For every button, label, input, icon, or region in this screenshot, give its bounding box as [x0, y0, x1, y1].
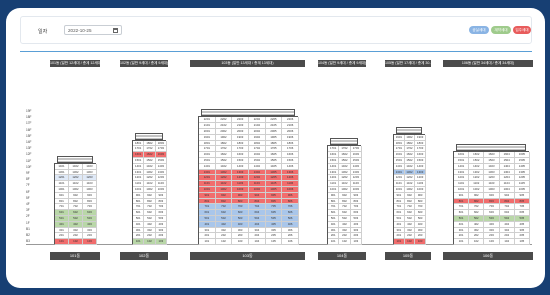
building-name[interactable]: 103동 — [190, 252, 305, 260]
floor-label: B1 — [26, 226, 30, 231]
calendar-icon[interactable] — [113, 28, 118, 33]
legend-contracted: 계약세대 — [491, 26, 511, 34]
building-name[interactable]: 104동 — [318, 252, 366, 260]
legend-occupied: 입주세대 — [513, 26, 531, 34]
floor-label: 5F — [26, 195, 30, 200]
building-block: 1901 1902 1903 1801 1802 1803 1701 1702 1703 1601… — [393, 133, 426, 245]
unit-cell[interactable]: 101 — [454, 239, 470, 245]
building-header[interactable]: 104동 (일반 9세대 / 총계 9세대) — [318, 60, 366, 67]
unit-cell[interactable]: 103 — [484, 239, 500, 245]
floor-label: 18F — [26, 115, 32, 120]
unit-cell[interactable]: 104 — [249, 239, 266, 245]
building-roof — [330, 138, 358, 146]
building-header[interactable]: 106동 (일반 34세대 / 총계 34세대) — [443, 60, 533, 67]
building-header[interactable]: 105동 (일반 17세대 / 총계 30...) — [385, 60, 431, 67]
floor-label: 17F — [26, 121, 32, 126]
floor-label: 15F — [26, 133, 32, 138]
unit-cell[interactable]: 101 — [133, 239, 145, 245]
floor-label: B2 — [26, 233, 30, 237]
unit-cell[interactable]: 102 — [469, 239, 485, 245]
building-name[interactable]: 106동 — [443, 252, 533, 260]
building-name[interactable]: 105동 — [385, 252, 431, 260]
unit-cell[interactable]: 102 — [404, 239, 416, 245]
unit-cell[interactable]: 101 — [55, 239, 69, 245]
building-block: 1601 1602 1603 1604 1605 1501 1502 1503 1504 1505… — [453, 151, 530, 245]
floor-label: 10F — [26, 164, 32, 169]
unit-cell[interactable]: 102 — [69, 239, 83, 245]
building-roof — [135, 132, 163, 140]
unit-cell[interactable]: 104 — [499, 239, 515, 245]
floor-label: 8F — [26, 177, 30, 182]
floor-label: 16F — [26, 127, 32, 132]
floor-label: 19F — [26, 109, 32, 113]
unit-cell[interactable]: 102 — [144, 239, 156, 245]
unit-cell[interactable]: 103 — [415, 239, 426, 245]
unit-cell[interactable]: 105 — [514, 239, 530, 245]
filter-bar: 일자 2022-10-25 공실세대 계약세대 입주세대 — [20, 16, 532, 44]
building-block: 2201 2202 2203 2204 2205 2206 2101 2102 2103 2104… — [198, 116, 299, 245]
floor-axis: 19F 18F 17F 16F 15F 14F 13F 12F 11F 10F 9F 8F 7F 6F 5F… — [26, 108, 42, 245]
unit-cell[interactable]: 103 — [350, 239, 362, 245]
floor-label: 11F — [26, 158, 32, 163]
building-roof — [456, 144, 526, 152]
building-block: 1801 1802 1803 1701 1702 1703 1601 1602 1603 1501… — [132, 139, 167, 245]
floor-label: 4F — [26, 202, 30, 206]
floor-label: 12F — [26, 152, 32, 157]
unit-cell[interactable]: 103 — [232, 239, 249, 245]
building-roof — [57, 155, 93, 163]
floor-label: 9F — [26, 171, 30, 175]
floor-label: 3F — [26, 208, 30, 213]
unit-cell[interactable]: 102 — [215, 239, 233, 245]
floor-label: 1F — [26, 220, 30, 225]
unit-cell[interactable]: 101 — [199, 239, 216, 245]
floor-label: 2F — [26, 214, 30, 219]
floor-label: 14F — [26, 140, 32, 144]
unit-cell[interactable]: 101 — [394, 239, 405, 245]
divider — [20, 51, 532, 52]
building-roof — [396, 126, 422, 134]
unit-cell[interactable]: 103 — [83, 239, 97, 245]
building-name[interactable]: 102동 — [120, 252, 168, 260]
building-header[interactable]: 103동 (일반 13세대 / 총계 13세대) — [190, 60, 305, 67]
unit-cell[interactable]: 103 — [155, 239, 167, 245]
legend-vacant: 공실세대 — [469, 26, 489, 34]
floor-label: 7F — [26, 183, 30, 188]
floor-label: 6F — [26, 189, 30, 194]
unit-cell[interactable]: 102 — [339, 239, 351, 245]
building-name[interactable]: 101동 — [50, 252, 100, 260]
unit-cell[interactable]: 101 — [328, 239, 340, 245]
building-header[interactable]: 101동 (일반 12세대 / 총계 12세대) — [50, 60, 100, 67]
building-block: 1701 1702 1703 1601 1602 1603 1501 1502 1503 1401… — [327, 145, 362, 245]
building-block: 1401 1402 1403 1301 1302 1303 1201 1202 1203 1101… — [54, 162, 97, 245]
date-input[interactable]: 2022-10-25 — [64, 25, 122, 35]
floor-label: 13F — [26, 146, 32, 151]
date-label: 일자 — [38, 29, 48, 35]
unit-cell[interactable]: 106 — [282, 239, 299, 245]
unit-cell[interactable]: 105 — [265, 239, 283, 245]
date-value: 2022-10-25 — [68, 28, 92, 33]
building-roof — [201, 109, 295, 117]
building-header[interactable]: 102동 (일반 9세대 / 총계 9세대) — [120, 60, 168, 67]
